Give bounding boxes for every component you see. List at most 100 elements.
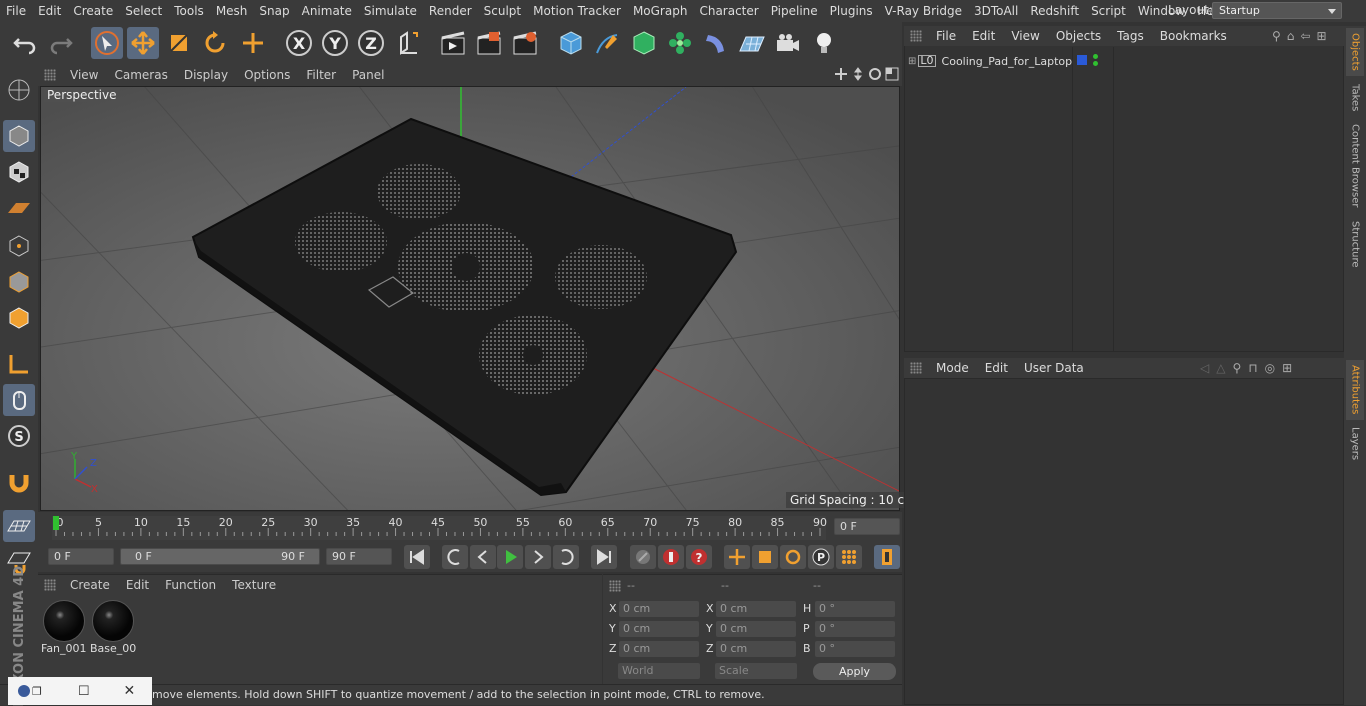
size-x-field[interactable]: 0 cm <box>716 601 796 617</box>
expand-icon[interactable]: ⊞ <box>908 56 916 67</box>
subdivision-button[interactable] <box>628 27 660 59</box>
z-axis-lock-button[interactable]: Z <box>355 27 387 59</box>
layer-color-swatch[interactable] <box>1077 55 1087 65</box>
object-menu-view[interactable]: View <box>1003 29 1047 43</box>
edges-mode-button[interactable] <box>3 266 35 298</box>
key-rotation-button[interactable] <box>780 545 806 569</box>
menu-character[interactable]: Character <box>693 0 764 22</box>
position-x-field[interactable]: 0 cm <box>619 601 699 617</box>
new-window-icon[interactable]: ⊞ <box>1316 29 1326 43</box>
viewport-menu-cameras[interactable]: Cameras <box>106 68 175 82</box>
panel-grip[interactable] <box>44 579 56 591</box>
key-pla-button[interactable] <box>836 545 862 569</box>
menu-file[interactable]: File <box>0 0 32 22</box>
tweak-mode-button[interactable] <box>3 384 35 416</box>
material-swatch[interactable]: Base_00 <box>90 598 136 656</box>
pan-icon[interactable] <box>834 67 848 81</box>
floor-button[interactable] <box>736 27 768 59</box>
menu-tools[interactable]: Tools <box>168 0 210 22</box>
go-to-start-button[interactable] <box>404 545 430 569</box>
close-icon[interactable]: ✕ <box>124 683 136 699</box>
panel-grip[interactable] <box>44 69 56 81</box>
menu-motion-tracker[interactable]: Motion Tracker <box>527 0 627 22</box>
recent-tool-button[interactable] <box>237 27 269 59</box>
undo-button[interactable] <box>9 27 41 59</box>
material-menu-function[interactable]: Function <box>157 578 224 592</box>
rotation-b-field[interactable]: 0 ° <box>815 641 895 657</box>
menu-simulate[interactable]: Simulate <box>358 0 423 22</box>
rotate-tool-button[interactable] <box>199 27 231 59</box>
object-menu-file[interactable]: File <box>928 29 964 43</box>
panel-grip[interactable] <box>910 362 922 374</box>
editor-visibility-dot[interactable] <box>1093 54 1098 59</box>
light-button[interactable] <box>808 27 840 59</box>
arrow-left-icon[interactable]: ◁ <box>1200 361 1209 375</box>
go-to-end-button[interactable] <box>591 545 617 569</box>
new-window-icon[interactable]: ⊞ <box>1282 361 1292 375</box>
object-menu-objects[interactable]: Objects <box>1048 29 1109 43</box>
start-frame-field[interactable]: 0 F <box>48 548 114 565</box>
coordinate-mode-select[interactable]: World <box>618 663 700 679</box>
menu-mesh[interactable]: Mesh <box>210 0 254 22</box>
restore-icon[interactable]: ❐ <box>32 685 42 698</box>
workplane-lock-button[interactable] <box>3 510 35 542</box>
prev-frame-button[interactable] <box>470 545 496 569</box>
playhead[interactable] <box>53 516 59 530</box>
menu-create[interactable]: Create <box>67 0 119 22</box>
record-key-button[interactable] <box>658 545 684 569</box>
arrow-left-icon[interactable]: ⇦ <box>1300 29 1310 43</box>
menu-select[interactable]: Select <box>119 0 168 22</box>
axis-mode-button[interactable] <box>3 348 35 380</box>
points-mode-button[interactable] <box>3 230 35 262</box>
solo-button[interactable]: S <box>3 420 35 452</box>
cloner-button[interactable] <box>664 27 696 59</box>
viewport-menu-view[interactable]: View <box>62 68 106 82</box>
current-frame-field[interactable]: 0 F <box>834 518 900 535</box>
x-axis-lock-button[interactable]: X <box>283 27 315 59</box>
viewport-menu-filter[interactable]: Filter <box>298 68 344 82</box>
menu-edit[interactable]: Edit <box>32 0 67 22</box>
position-z-field[interactable]: 0 cm <box>619 641 699 657</box>
redo-button[interactable] <box>45 27 77 59</box>
move-tool-button[interactable] <box>127 27 159 59</box>
material-menu-create[interactable]: Create <box>62 578 118 592</box>
target-icon[interactable]: ◎ <box>1265 361 1275 375</box>
key-position-button[interactable] <box>724 545 750 569</box>
home-icon[interactable]: ⌂ <box>1287 29 1295 43</box>
menu-sculpt[interactable]: Sculpt <box>478 0 527 22</box>
arrow-up-icon[interactable]: △ <box>1216 361 1225 375</box>
object-name[interactable]: Cooling_Pad_for_Laptop <box>942 55 1073 68</box>
scale-tool-button[interactable] <box>163 27 195 59</box>
menu-script[interactable]: Script <box>1085 0 1132 22</box>
3d-viewport[interactable]: Y Z X <box>40 86 900 511</box>
polygons-mode-button[interactable] <box>3 302 35 334</box>
zoom-icon[interactable] <box>851 67 865 81</box>
material-menu-edit[interactable]: Edit <box>118 578 157 592</box>
maximize-icon[interactable]: ☐ <box>78 684 90 699</box>
menu-animate[interactable]: Animate <box>296 0 358 22</box>
viewport-menu-panel[interactable]: Panel <box>344 68 392 82</box>
render-settings-button[interactable] <box>509 27 541 59</box>
lock-icon[interactable]: ⊓ <box>1248 361 1257 375</box>
search-icon[interactable]: ⚲ <box>1272 29 1281 43</box>
menu-pipeline[interactable]: Pipeline <box>765 0 824 22</box>
search-icon[interactable]: ⚲ <box>1232 361 1241 375</box>
panel-grip[interactable] <box>609 580 621 592</box>
workplane-mode-button[interactable] <box>3 192 35 224</box>
size-z-field[interactable]: 0 cm <box>716 641 796 657</box>
render-view-button[interactable] <box>437 27 469 59</box>
attribute-menu-edit[interactable]: Edit <box>977 361 1016 375</box>
attribute-menu-user-data[interactable]: User Data <box>1016 361 1092 375</box>
next-frame-button[interactable] <box>525 545 551 569</box>
spline-pen-button[interactable] <box>591 27 623 59</box>
model-mode-button[interactable] <box>3 120 35 152</box>
tab-content-browser[interactable]: Content Browser <box>1346 120 1364 212</box>
object-menu-edit[interactable]: Edit <box>964 29 1003 43</box>
camera-button[interactable] <box>772 27 804 59</box>
rotation-h-field[interactable]: 0 ° <box>815 601 895 617</box>
end-frame-field[interactable]: 90 F <box>326 548 392 565</box>
make-editable-button[interactable] <box>3 74 35 106</box>
menu-mograph[interactable]: MoGraph <box>627 0 694 22</box>
menu-redshift[interactable]: Redshift <box>1024 0 1085 22</box>
position-y-field[interactable]: 0 cm <box>619 621 699 637</box>
